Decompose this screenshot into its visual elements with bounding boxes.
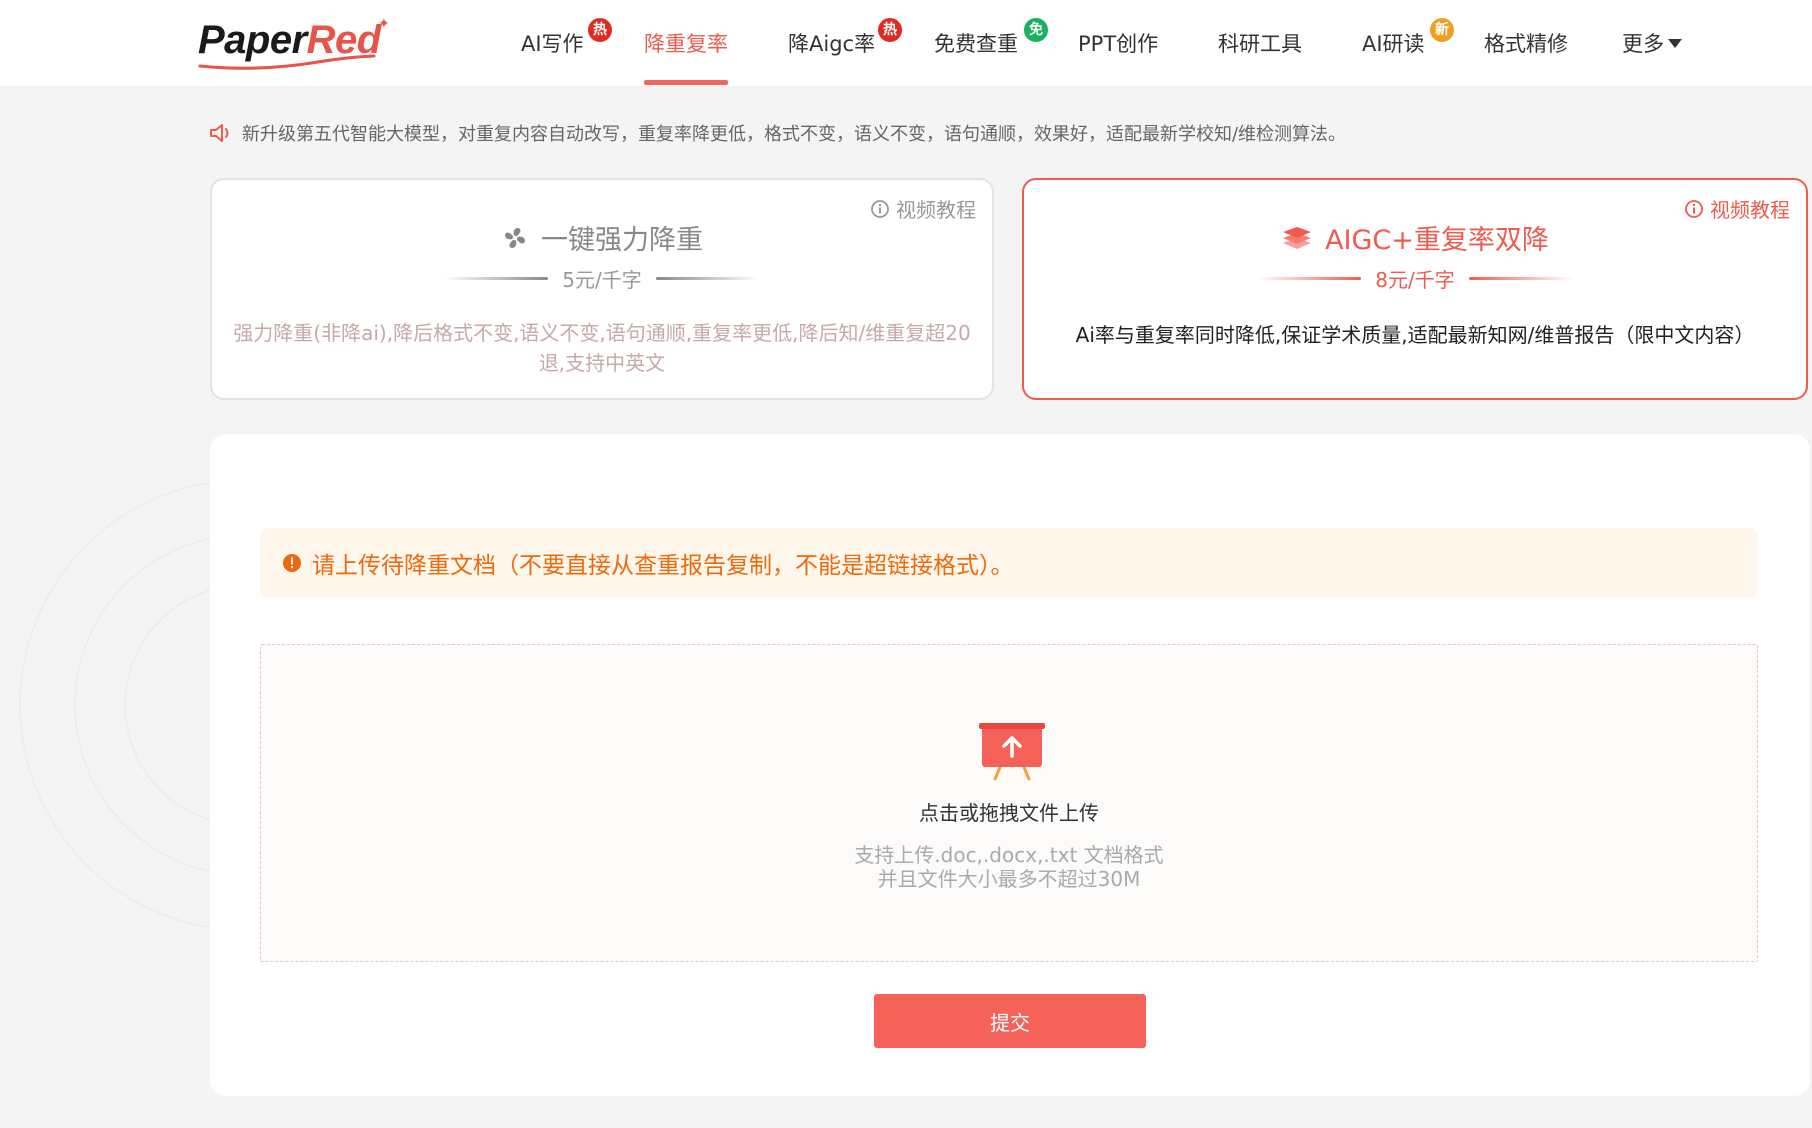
layers-icon [1283, 226, 1312, 249]
divider-line [655, 277, 760, 280]
option-card-strong-reduce[interactable]: 视频教程 一键强力降重 5元/千字 强力降重(非降ai),降后格式不变,语义不变… [210, 178, 994, 400]
nav-label: 更多 [1622, 32, 1664, 56]
divider-line [1468, 277, 1573, 280]
nav-label: PPT创作 [1078, 32, 1159, 56]
logo-swoosh-icon [198, 54, 376, 70]
option-price: 5元/千字 [562, 268, 642, 292]
fan-icon [505, 227, 525, 248]
upload-panel: 请上传待降重文档（不要直接从查重报告复制，不能是超链接格式）。 点击或拖拽文件上… [210, 434, 1810, 1096]
upload-tip-bar: 请上传待降重文档（不要直接从查重报告复制，不能是超链接格式）。 [260, 528, 1758, 598]
option-title-text: AIGC+重复率双降 [1325, 225, 1549, 256]
option-description: 强力降重(非降ai),降后格式不变,语义不变,语句通顺,重复率更低,降后知/维重… [233, 321, 971, 375]
file-upload-dropzone[interactable]: 点击或拖拽文件上传 支持上传.doc,.docx,.txt 文档格式 并且文件大… [260, 644, 1758, 962]
divider-line [444, 277, 549, 280]
info-icon [871, 199, 889, 218]
nav-label: 降Aigc率 [788, 32, 876, 56]
option-price-row: 5元/千字 [212, 264, 992, 293]
upload-tip-text: 请上传待降重文档（不要直接从查重报告复制，不能是超链接格式）。 [312, 553, 1014, 579]
nav-label: 科研工具 [1218, 32, 1302, 56]
option-price-row: 8元/千字 [1024, 264, 1806, 293]
hot-badge: 热 [588, 18, 612, 42]
nav-more[interactable]: 更多 [1622, 28, 1682, 58]
divider-line [1257, 277, 1362, 280]
announcement-text: 新升级第五代智能大模型，对重复内容自动改写，重复率降更低，格式不变，语义不变，语… [242, 124, 1347, 145]
nav-label: 格式精修 [1484, 32, 1568, 56]
nav-reduce-aigc[interactable]: 降Aigc率 [788, 28, 875, 58]
nav-reduce-duplication[interactable]: 降重复率 [644, 28, 728, 58]
info-icon [283, 554, 301, 572]
nav-label: 免费查重 [934, 32, 1018, 56]
hot-badge: 热 [878, 18, 902, 42]
option-description: Ai率与重复率同时降低,保证学术质量,适配最新知网/维普报告（限中文内容） [1075, 323, 1755, 347]
nav-ai-writing[interactable]: AI写作 [521, 28, 584, 58]
upload-hint-size: 并且文件大小最多不超过30M [877, 867, 1141, 891]
active-nav-indicator [644, 80, 728, 85]
top-header: PaperRed ✦ AI写作 热 降重复率 降Aigc率 热 免费查重 免 P… [0, 0, 1812, 86]
option-card-aigc-dual-reduce[interactable]: 视频教程 AIGC+重复率双降 8元/千字 Ai率与重复率同时降低,保证学术质量… [1022, 178, 1808, 400]
info-icon [1685, 199, 1703, 218]
nav-format-polish[interactable]: 格式精修 [1484, 28, 1568, 58]
nav-label: AI写作 [521, 32, 584, 56]
option-title: 一键强力降重 [212, 218, 992, 257]
paperred-logo[interactable]: PaperRed ✦ [198, 16, 390, 70]
option-title-text: 一键强力降重 [541, 225, 703, 256]
option-title: AIGC+重复率双降 [1024, 218, 1806, 257]
upload-title: 点击或拖拽文件上传 [919, 801, 1099, 825]
upload-hint-formats: 支持上传.doc,.docx,.txt 文档格式 [854, 843, 1164, 867]
new-badge: 新 [1430, 18, 1454, 42]
option-price: 8元/千字 [1375, 268, 1455, 292]
nav-ai-reading[interactable]: AI研读 [1362, 28, 1425, 58]
nav-label: 降重复率 [644, 32, 728, 56]
speaker-icon [210, 124, 229, 142]
announcement-bar: 新升级第五代智能大模型，对重复内容自动改写，重复率降更低，格式不变，语义不变，语… [208, 118, 1346, 148]
upload-hint: 支持上传.doc,.docx,.txt 文档格式 并且文件大小最多不超过30M [261, 843, 1757, 891]
free-badge: 免 [1024, 18, 1048, 42]
logo-sparkle-icon: ✦ [378, 16, 390, 32]
nav-label: AI研读 [1362, 32, 1425, 56]
nav-ppt-creation[interactable]: PPT创作 [1078, 28, 1158, 58]
nav-free-check[interactable]: 免费查重 [934, 28, 1018, 58]
upload-icon [979, 723, 1045, 781]
caret-down-icon [1668, 38, 1682, 48]
submit-button[interactable]: 提交 [874, 994, 1146, 1048]
nav-research-tools[interactable]: 科研工具 [1218, 28, 1302, 58]
